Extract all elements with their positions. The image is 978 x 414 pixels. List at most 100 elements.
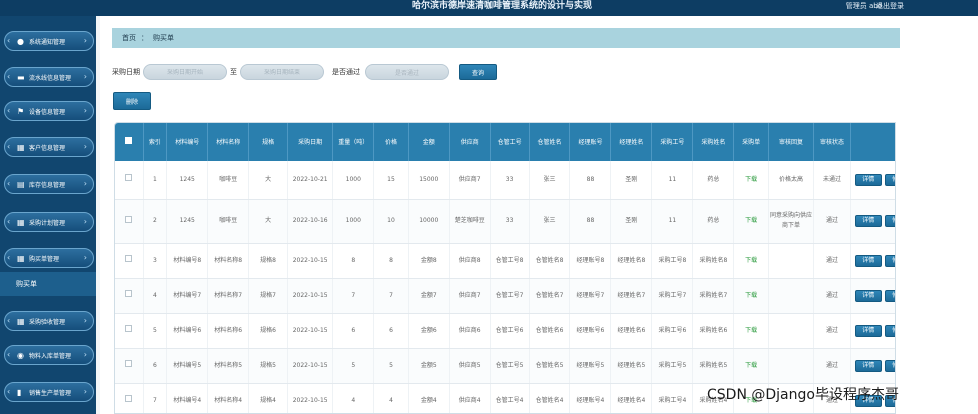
detail-button[interactable]: 详情 (854, 289, 882, 302)
chevron-left-icon: ‹ (7, 253, 11, 262)
detail-button[interactable]: 详情 (854, 324, 882, 337)
cell-supplier: 供应商7 (449, 278, 491, 314)
column-header: 仓管姓名 (529, 123, 571, 161)
sidebar-item-5[interactable]: ‹ ▦ 客户信息管理 › (4, 137, 94, 157)
row-checkbox[interactable] (125, 325, 133, 332)
row-checkbox[interactable] (125, 395, 133, 402)
detail-button[interactable]: 详情 (854, 254, 882, 267)
row-checkbox[interactable] (125, 255, 133, 262)
detail-button[interactable]: 详情 (854, 173, 882, 186)
sidebar-item-label: 销售生产单管理 (29, 389, 72, 397)
cell-wh_name: 仓管姓名5 (529, 348, 571, 384)
cell-order[interactable]: 下载 (733, 278, 769, 314)
sidebar-item-label: 客户信息管理 (29, 144, 66, 152)
edit-button[interactable]: 修改 (884, 254, 895, 267)
end-date-input[interactable] (241, 68, 323, 76)
detail-button[interactable]: 详情 (854, 359, 882, 372)
grid-icon: ▦ (17, 217, 25, 227)
sidebar-item-6[interactable]: ‹ ▤ 库存信息管理 › (4, 174, 94, 194)
sidebar-item-8[interactable]: ‹ ▦ 购买单管理 › (4, 248, 94, 268)
sidebar-item-10[interactable]: ‹ ◉ 物料入库单管理 › (4, 345, 94, 365)
table-row: 3 材料编号8 材料名称8 规格8 2022-10-15 8 8 金额8 供应商8 仓管工号8 仓管… (115, 243, 895, 279)
edit-button[interactable]: 修改 (884, 173, 895, 186)
row-checkbox[interactable] (125, 174, 133, 182)
end-date-field[interactable] (240, 64, 324, 80)
cell-status: 通过 (813, 278, 851, 314)
sidebar-subitem-label: 购买单 (16, 280, 37, 288)
table-row: 6 材料编号5 材料名称5 规格5 2022-10-15 5 5 金额5 供应商5 仓管工号5 仓管… (115, 348, 895, 384)
logout-link[interactable]: 退出登录 (876, 0, 904, 12)
column-header: 价格 (373, 123, 409, 161)
sidebar-item-4[interactable]: ‹ ⚑ 设备信息管理 › (4, 101, 94, 121)
cell-order[interactable]: 下载 (733, 348, 769, 384)
cell-order[interactable]: 下载 (733, 199, 769, 244)
cell-amount: 金额8 (408, 243, 450, 279)
row-select-cell (115, 199, 144, 244)
row-select-cell (115, 161, 144, 200)
cell-order[interactable]: 下载 (733, 243, 769, 279)
cell-name: 材料名称7 (207, 278, 250, 314)
chevron-left-icon: ‹ (7, 142, 11, 151)
cell-wh_name: 仓管姓名4 (529, 383, 571, 413)
cell-spec: 大 (248, 161, 288, 200)
sidebar-item-9[interactable]: ‹ ▦ 采购验收管理 › (4, 311, 94, 331)
sidebar-item-3[interactable]: ‹ ▬ 流水线信息管理 › (4, 67, 94, 87)
column-header: 采购工号 (651, 123, 694, 161)
row-checkbox[interactable] (125, 290, 133, 297)
cell-price: 10 (373, 199, 409, 244)
select-all-checkbox[interactable] (125, 137, 133, 144)
cell-status: 未通过 (813, 161, 851, 200)
sidebar-subitem-purchase-order[interactable]: 购买单 (0, 272, 96, 296)
edit-button[interactable]: 修改 (884, 215, 895, 227)
cell-order[interactable]: 下载 (733, 313, 769, 349)
row-actions: 详情修改 (850, 313, 895, 349)
cell-wh_name: 仓管姓名6 (529, 313, 571, 349)
sidebar-item-2[interactable]: ‹ ● 系统通知管理 › (4, 31, 94, 51)
cell-order[interactable]: 下载 (733, 161, 769, 200)
cell-buyer_name: 药总 (692, 161, 735, 200)
edit-button[interactable]: 修改 (884, 359, 895, 372)
row-checkbox[interactable] (125, 360, 133, 367)
sidebar-item-11[interactable]: ‹ ▮ 销售生产单管理 › (4, 382, 94, 402)
column-header: 重量（吨） (332, 123, 375, 161)
cell-mgr_acct: 经理账号5 (569, 348, 612, 384)
start-date-input[interactable] (144, 68, 226, 76)
cell-buyer_id: 采购工号5 (651, 348, 694, 384)
row-select-cell (115, 278, 144, 314)
chevron-right-icon: › (83, 253, 87, 262)
row-checkbox[interactable] (125, 215, 133, 223)
cell-spec: 规格6 (248, 313, 288, 349)
delete-button[interactable]: 删除 (113, 92, 151, 110)
pass-select-value: 是否通过 (394, 69, 419, 77)
row-actions: 详情修改 (850, 199, 895, 244)
breadcrumb-separator: ： (141, 34, 148, 42)
start-date-field[interactable] (143, 64, 227, 80)
column-header: 操作 (850, 123, 895, 161)
sidebar-item-label: 系统通知管理 (29, 38, 66, 46)
edit-button[interactable]: 修改 (884, 289, 895, 302)
cell-code: 材料编号8 (166, 243, 209, 279)
search-bar: 采购日期 至 是否通过 是否通过 查询 (112, 62, 497, 82)
cell-mgr_acct: 88 (569, 161, 612, 200)
cell-idx: 4 (143, 278, 168, 314)
table-row: 4 材料编号7 材料名称7 规格7 2022-10-15 7 7 金额7 供应商7 仓管工号7 仓管… (115, 278, 895, 314)
breadcrumb-home[interactable]: 首页 (122, 33, 136, 43)
column-header: 采购姓名 (692, 123, 735, 161)
sidebar-item-label: 物料入库单管理 (29, 352, 72, 360)
app-window: ‹▦网站源管理›‹●系统通知管理›‹▬流水线信息管理›‹⚑设备信息管理›‹▦客户… (0, 0, 978, 414)
search-button[interactable]: 查询 (459, 64, 497, 80)
column-header: 索引 (143, 123, 168, 161)
cell-supplier: 供应商4 (449, 383, 491, 413)
cell-reply: 同意采购向供应商下单 (768, 199, 815, 244)
cell-name: 咖啡豆 (207, 161, 250, 200)
edit-button[interactable]: 修改 (884, 324, 895, 337)
sidebar-item-7[interactable]: ‹ ▦ 采购计划管理 › (4, 212, 94, 232)
cell-price: 6 (373, 313, 409, 349)
purchase-table: 索引 材料编号 材料名称 规格 采购日期 重量（吨） 价格 金额 供应商 仓管工号 仓管姓名 经理账号… (114, 122, 896, 414)
cell-buyer_id: 11 (651, 199, 694, 244)
pass-select[interactable]: 是否通过 (365, 64, 449, 80)
detail-button[interactable]: 详情 (854, 215, 882, 227)
select-all-header (115, 123, 144, 161)
sidebar-divider (96, 16, 100, 414)
row-actions: 详情修改 (850, 161, 895, 200)
